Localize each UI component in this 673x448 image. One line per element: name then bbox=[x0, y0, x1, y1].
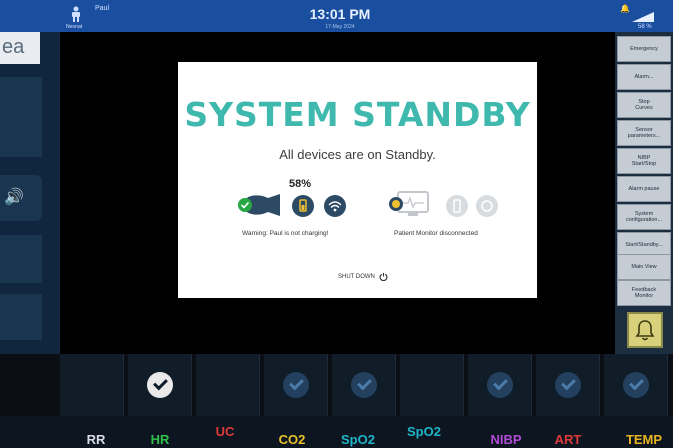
parameter-tile-spo2[interactable] bbox=[332, 354, 396, 416]
system-configuration-button[interactable]: System configuration... bbox=[617, 204, 671, 230]
vital-label-temp[interactable]: TEMP bbox=[614, 432, 673, 447]
vital-label-co2[interactable]: CO2 bbox=[262, 432, 322, 447]
charging-warning: Warning: Paul is not charging! bbox=[242, 230, 329, 237]
vital-label-spo2-2[interactable]: SpO2 bbox=[394, 424, 454, 439]
vital-label-nibp[interactable]: NIBP bbox=[476, 432, 536, 447]
vital-label-uc[interactable]: UC bbox=[195, 424, 255, 439]
left-panel-block[interactable] bbox=[0, 235, 42, 283]
parameter-tile-rr[interactable] bbox=[60, 354, 124, 416]
check-icon bbox=[147, 372, 173, 398]
sound-button[interactable]: 🔊 bbox=[0, 175, 42, 221]
battery-icon bbox=[292, 195, 314, 217]
vital-label-rr[interactable]: RR bbox=[66, 432, 126, 447]
notification-bell-icon: 🔔 bbox=[620, 4, 630, 13]
emergency-button[interactable]: Emergency bbox=[617, 36, 671, 62]
monitor-status: Patient Monitor disconnected bbox=[394, 230, 478, 237]
dialog-title: SYSTEM STANDBY bbox=[184, 95, 531, 134]
parameter-tile-nibp[interactable] bbox=[468, 354, 532, 416]
check-icon bbox=[487, 372, 513, 398]
left-panel-block[interactable] bbox=[0, 294, 42, 340]
incubator-icon bbox=[238, 194, 280, 216]
vital-label-art[interactable]: ART bbox=[538, 432, 598, 447]
status-bar: Paul Neonat 13:01 PM 17-May 2024 🔔 58 % bbox=[0, 0, 673, 32]
nibp-start-stop-button[interactable]: NIBP Start/Stop bbox=[617, 148, 671, 174]
left-panel: ea 🔊 bbox=[0, 32, 60, 354]
vital-label-spo2[interactable]: SpO2 bbox=[328, 432, 388, 447]
alarm-silence-button[interactable] bbox=[627, 312, 663, 348]
alarm-bell-icon bbox=[635, 320, 655, 341]
patient-icon bbox=[72, 6, 80, 22]
shutdown-label: SHUT DOWN bbox=[338, 273, 375, 280]
sensor-parameters-button[interactable]: Sensor parameters... bbox=[617, 120, 671, 146]
clock-date: 17-May 2024 bbox=[325, 24, 355, 30]
parameter-tile-co2[interactable] bbox=[264, 354, 328, 416]
clock-time: 13:01 PM bbox=[309, 6, 371, 22]
parameter-tiles bbox=[60, 354, 673, 416]
stop-curves-button[interactable]: Stop Curves bbox=[617, 92, 671, 118]
device-disconnected-icon bbox=[446, 195, 468, 217]
left-panel-input-text: ea bbox=[2, 36, 25, 58]
left-panel-block[interactable] bbox=[0, 77, 42, 157]
alarm-pause-button[interactable]: Alarm pause bbox=[617, 176, 671, 202]
patient-monitor-icon bbox=[389, 191, 429, 216]
parameter-tile-spo2-2[interactable] bbox=[400, 354, 464, 416]
speaker-icon: 🔊 bbox=[4, 189, 24, 206]
wifi-icon bbox=[324, 195, 346, 217]
sensor-disconnected-icon bbox=[476, 195, 498, 217]
check-icon bbox=[351, 372, 377, 398]
parameter-tile-art[interactable] bbox=[536, 354, 600, 416]
check-icon bbox=[623, 372, 649, 398]
signal-strength-icon bbox=[632, 12, 654, 22]
check-icon bbox=[555, 372, 581, 398]
right-menu: Emergency Alarm... Stop Curves Sensor pa… bbox=[615, 32, 673, 354]
battery-percentage: 58% bbox=[289, 178, 312, 190]
patient-name: Paul bbox=[95, 5, 110, 12]
check-icon bbox=[283, 372, 309, 398]
parameter-tile-temp[interactable] bbox=[604, 354, 668, 416]
parameter-tile-hr[interactable] bbox=[128, 354, 192, 416]
shutdown-button[interactable]: SHUT DOWN bbox=[338, 272, 388, 281]
vital-labels: RR HR UC CO2 SpO2 SpO2 NIBP ART TEMP bbox=[0, 416, 673, 448]
left-panel-input[interactable]: ea bbox=[0, 32, 40, 64]
parameter-tile-uc[interactable] bbox=[196, 354, 260, 416]
power-icon bbox=[379, 272, 388, 281]
main-view-button[interactable]: Main View bbox=[617, 254, 671, 280]
battery-level: 58 % bbox=[638, 24, 652, 30]
patient-category: Neonat bbox=[66, 24, 83, 30]
alarm-button[interactable]: Alarm... bbox=[617, 64, 671, 90]
standby-dialog: SYSTEM STANDBY All devices are on Standb… bbox=[178, 62, 537, 298]
vital-label-hr[interactable]: HR bbox=[130, 432, 190, 447]
feedback-monitor-button[interactable]: Feedback Monitor bbox=[617, 280, 671, 306]
dialog-subtitle: All devices are on Standby. bbox=[279, 147, 436, 162]
